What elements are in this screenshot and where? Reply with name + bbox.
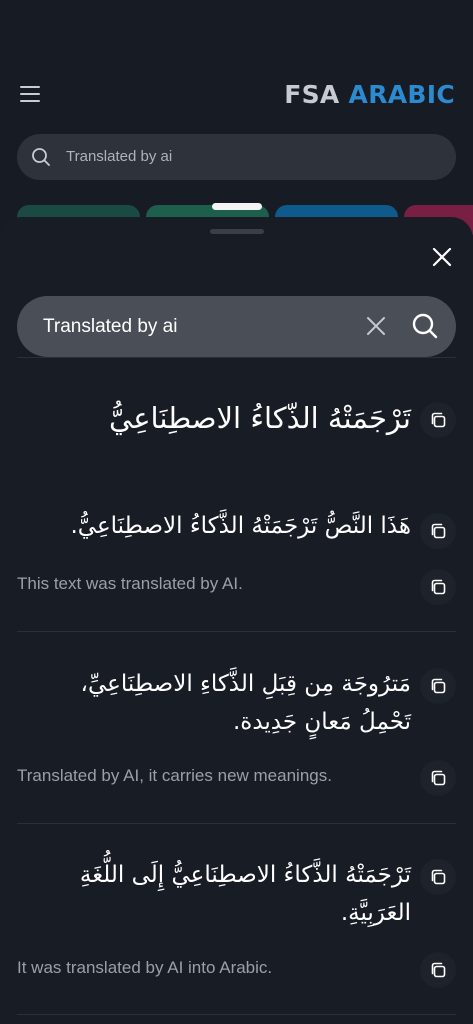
- result-2-arabic-line1: مَترُوجَة مِن قِبَلِ الذَّكاءِ الاصطِنَا…: [80, 671, 411, 697]
- copy-english-button[interactable]: [420, 952, 456, 988]
- result-3-english: It was translated by AI into Arabic.: [17, 958, 273, 977]
- app-logo: FSA ARABIC: [284, 80, 455, 109]
- result-2-arabic-line2: تَحْمِلُ مَعانٍ جَدِيدة.: [232, 709, 411, 735]
- search-icon[interactable]: [411, 312, 439, 340]
- title-arabic: تَرْجَمَتْهُ الذّكاءُ الاصطِنَاعِيُّ: [109, 401, 411, 435]
- background-search-text: Translated by ai: [66, 148, 173, 165]
- copy-arabic-button[interactable]: [420, 668, 456, 704]
- copy-arabic-button[interactable]: [420, 513, 456, 549]
- copy-icon: [431, 770, 446, 786]
- search-field: [17, 296, 456, 357]
- app-header: FSA ARABIC: [0, 60, 473, 130]
- copy-arabic-button[interactable]: [420, 859, 456, 895]
- divider: [17, 823, 456, 824]
- divider: [17, 631, 456, 632]
- result-1-english: This text was translated by AI.: [17, 574, 243, 593]
- result-1-arabic: هَذَا النَّصُّ تَرْجَمَتْهُ الذَّكاءُ ال…: [70, 513, 411, 539]
- copy-icon: [431, 579, 446, 595]
- result-2-english: Translated by AI, it carries new meaning…: [17, 766, 332, 785]
- copy-english-button[interactable]: [420, 760, 456, 796]
- divider: [17, 357, 456, 358]
- sheet-drag-handle[interactable]: [210, 229, 264, 234]
- copy-english-button[interactable]: [420, 569, 456, 605]
- copy-icon: [431, 412, 446, 428]
- close-icon[interactable]: [431, 246, 453, 268]
- copy-button[interactable]: [420, 402, 456, 438]
- divider: [17, 1014, 456, 1015]
- search-input[interactable]: [43, 312, 343, 342]
- menu-icon[interactable]: [18, 82, 42, 106]
- clear-icon[interactable]: [365, 315, 387, 337]
- search-icon: [32, 148, 50, 166]
- search-sheet: تَرْجَمَتْهُ الذّكاءُ الاصطِنَاعِيُّ هَذ…: [0, 217, 473, 1024]
- result-3-arabic-line2: العَرَبِيَّةِ.: [340, 900, 411, 926]
- sheet-drag-handle-outer[interactable]: [212, 203, 262, 210]
- background-search-bar[interactable]: Translated by ai: [17, 134, 456, 180]
- copy-icon: [431, 869, 446, 885]
- logo-fsa: FSA: [284, 80, 340, 109]
- copy-icon: [431, 678, 446, 694]
- result-3-arabic-line1: تَرْجَمَتْهُ الذَّكاءُ الاصطِنَاعِيُّ إِ…: [79, 862, 411, 888]
- copy-icon: [431, 962, 446, 978]
- logo-arabic: ARABIC: [348, 80, 455, 109]
- copy-icon: [431, 523, 446, 539]
